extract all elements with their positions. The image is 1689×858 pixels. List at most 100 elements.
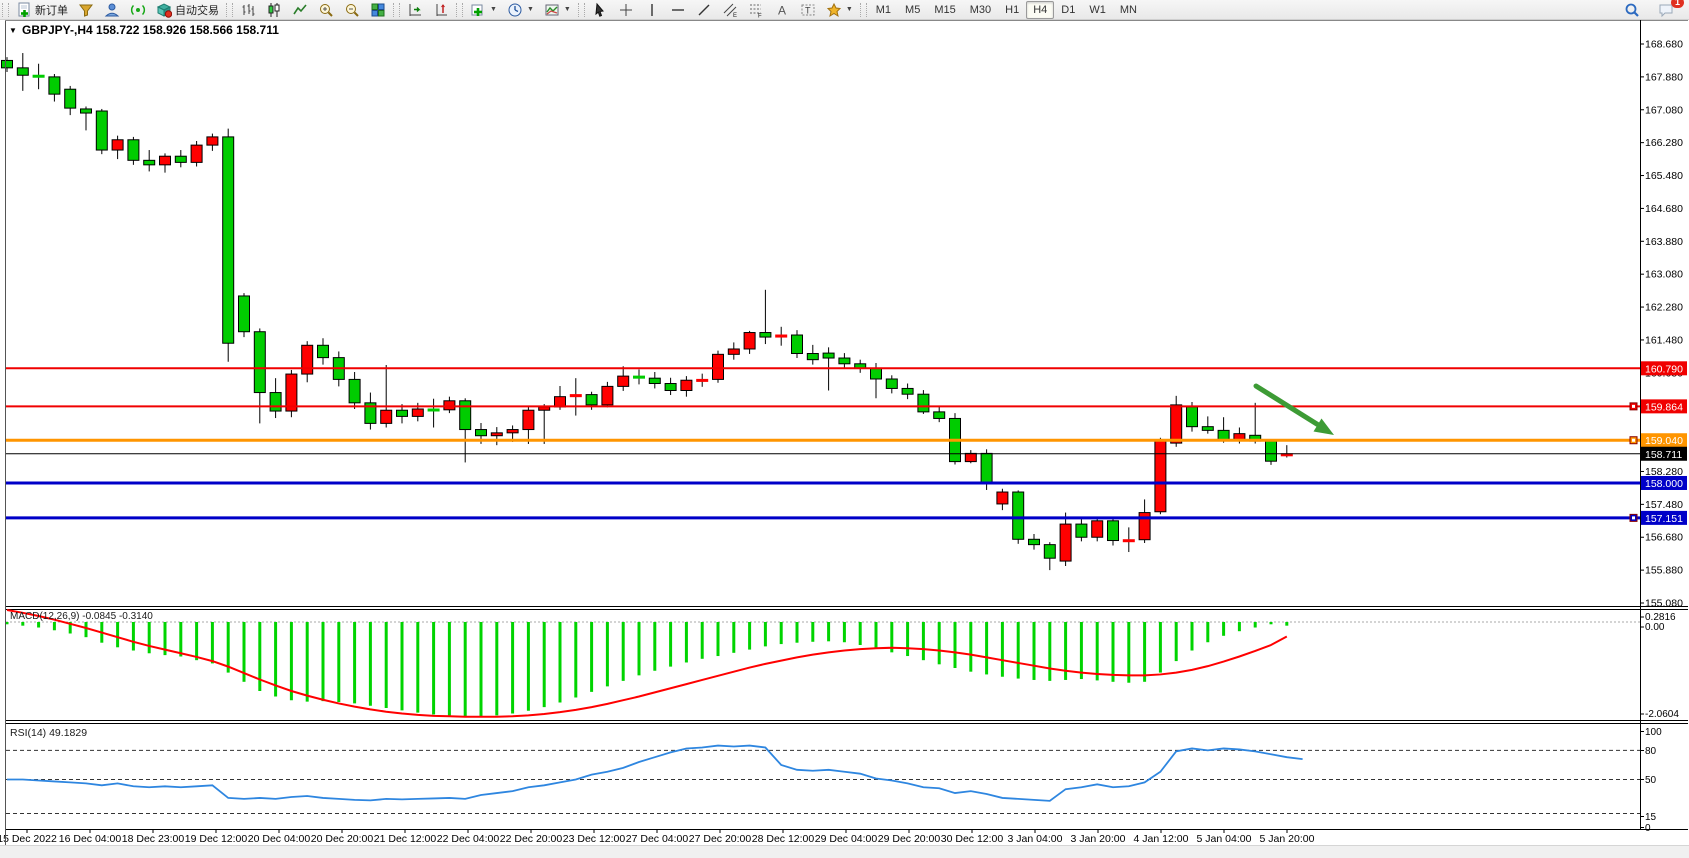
candle bbox=[491, 433, 502, 436]
timeframe-button-D1[interactable]: D1 bbox=[1054, 1, 1082, 19]
toolbar-grip[interactable] bbox=[860, 3, 867, 17]
candle bbox=[33, 75, 44, 77]
candle bbox=[318, 345, 329, 357]
vertical-line-button[interactable] bbox=[639, 0, 665, 20]
trendline-button[interactable] bbox=[691, 0, 717, 20]
new-order-button[interactable]: 新订单 bbox=[11, 0, 73, 20]
timeframe-button-M5[interactable]: M5 bbox=[898, 1, 927, 19]
line-chart-button[interactable] bbox=[287, 0, 313, 20]
toolbar-grip[interactable] bbox=[578, 3, 585, 17]
toolbar-grip[interactable] bbox=[393, 3, 400, 17]
candle bbox=[381, 410, 392, 423]
time-tick-label: 22 Dec 20:00 bbox=[500, 833, 563, 845]
periods-dropdown[interactable]: ▼ bbox=[502, 0, 539, 20]
candle bbox=[1029, 539, 1040, 544]
bar-chart-button[interactable] bbox=[235, 0, 261, 20]
symbol-dropdown-icon[interactable]: ▼ bbox=[9, 26, 17, 35]
time-tick-label: 5 Jan 04:00 bbox=[1197, 833, 1252, 845]
zoom-in-icon bbox=[318, 2, 334, 18]
funnel-button[interactable] bbox=[73, 0, 99, 20]
text-label-button[interactable]: T bbox=[795, 0, 821, 20]
toolbar-grip[interactable] bbox=[2, 3, 9, 17]
fibonacci-button[interactable]: F bbox=[743, 0, 769, 20]
chart-shift-icon bbox=[433, 2, 449, 18]
chart-canvas[interactable]: 168.680167.880167.080166.280165.480164.6… bbox=[0, 0, 1689, 858]
candle bbox=[681, 380, 692, 390]
timeframe-button-H1[interactable]: H1 bbox=[998, 1, 1026, 19]
candle bbox=[981, 453, 992, 483]
price-tick-label: 157.480 bbox=[1645, 499, 1683, 511]
candle bbox=[1092, 521, 1103, 537]
time-tick-label: 21 Dec 12:00 bbox=[374, 833, 437, 845]
cursor-button[interactable] bbox=[587, 0, 613, 20]
macd-label: MACD(12,26,9) -0.0845 -0.3140 bbox=[10, 611, 153, 622]
price-tag-label: 157.151 bbox=[1645, 513, 1683, 525]
timeframe-button-W1[interactable]: W1 bbox=[1082, 1, 1113, 19]
zoom-out-button[interactable] bbox=[339, 0, 365, 20]
add-indicator-dropdown[interactable]: ▼ bbox=[465, 0, 502, 20]
candle bbox=[1155, 441, 1166, 512]
tile-windows-button[interactable] bbox=[365, 0, 391, 20]
search-button[interactable] bbox=[1619, 0, 1645, 20]
horizontal-line-button[interactable] bbox=[665, 0, 691, 20]
line-chart-icon bbox=[292, 2, 308, 18]
timeframe-button-H4[interactable]: H4 bbox=[1026, 1, 1054, 19]
horizontal-line-icon bbox=[670, 2, 686, 18]
notifications-button[interactable]: 1 bbox=[1653, 0, 1679, 20]
price-tag-label: 159.040 bbox=[1645, 435, 1683, 447]
rsi-axis-label: 15 bbox=[1645, 812, 1657, 823]
candle bbox=[144, 160, 155, 165]
toolbar-grip[interactable] bbox=[456, 3, 463, 17]
rsi-axis-label: 0 bbox=[1645, 823, 1651, 834]
crosshair-button[interactable] bbox=[613, 0, 639, 20]
tile-windows-icon bbox=[370, 2, 386, 18]
candlestick-chart-icon bbox=[266, 2, 282, 18]
candle bbox=[902, 388, 913, 394]
auto-scroll-button[interactable] bbox=[402, 0, 428, 20]
price-tick-label: 161.480 bbox=[1645, 334, 1683, 346]
price-tick-label: 155.080 bbox=[1645, 598, 1683, 610]
rsi-axis-label: 100 bbox=[1645, 727, 1662, 738]
chart-shift-button[interactable] bbox=[428, 0, 454, 20]
toolbar-grip[interactable] bbox=[226, 3, 233, 17]
candle bbox=[507, 430, 518, 433]
candle bbox=[1013, 492, 1024, 539]
candle bbox=[81, 109, 92, 113]
hline-handle-dot bbox=[1632, 405, 1635, 408]
add-indicator-icon bbox=[470, 2, 486, 18]
timeframe-button-MN[interactable]: MN bbox=[1113, 1, 1144, 19]
trendline-icon bbox=[696, 2, 712, 18]
clock-icon bbox=[507, 2, 523, 18]
svg-text:T: T bbox=[805, 5, 811, 15]
timeframe-button-M15[interactable]: M15 bbox=[927, 1, 962, 19]
candle bbox=[871, 368, 882, 379]
time-tick-label: 20 Dec 20:00 bbox=[311, 833, 374, 845]
zoom-in-button[interactable] bbox=[313, 0, 339, 20]
candle bbox=[649, 378, 660, 383]
chevron-down-icon: ▼ bbox=[564, 6, 571, 13]
candle bbox=[476, 430, 487, 436]
timeframe-button-M1[interactable]: M1 bbox=[869, 1, 898, 19]
signals-button[interactable] bbox=[125, 0, 151, 20]
main-toolbar: 新订单 自动交易 ▼ ▼ bbox=[0, 0, 1689, 20]
candle bbox=[270, 393, 281, 411]
candle bbox=[697, 379, 708, 381]
shapes-dropdown[interactable]: ▼ bbox=[821, 0, 858, 20]
time-tick-label: 3 Jan 20:00 bbox=[1071, 833, 1126, 845]
algo-trading-icon bbox=[156, 2, 172, 18]
search-icon bbox=[1624, 2, 1640, 18]
candle bbox=[254, 332, 265, 393]
candle bbox=[965, 453, 976, 461]
rsi-axis-label: 80 bbox=[1645, 746, 1657, 757]
candlestick-chart-button[interactable] bbox=[261, 0, 287, 20]
shapes-icon bbox=[826, 2, 842, 18]
template-dropdown[interactable]: ▼ bbox=[539, 0, 576, 20]
profile-button[interactable] bbox=[99, 0, 125, 20]
timeframe-button-M30[interactable]: M30 bbox=[963, 1, 998, 19]
new-order-icon bbox=[16, 2, 32, 18]
equidistant-channel-button[interactable]: E bbox=[717, 0, 743, 20]
text-button[interactable]: A bbox=[769, 0, 795, 20]
candle bbox=[1108, 521, 1119, 541]
time-tick-label: 18 Dec 23:00 bbox=[122, 833, 185, 845]
algo-trading-button[interactable]: 自动交易 bbox=[151, 0, 224, 20]
